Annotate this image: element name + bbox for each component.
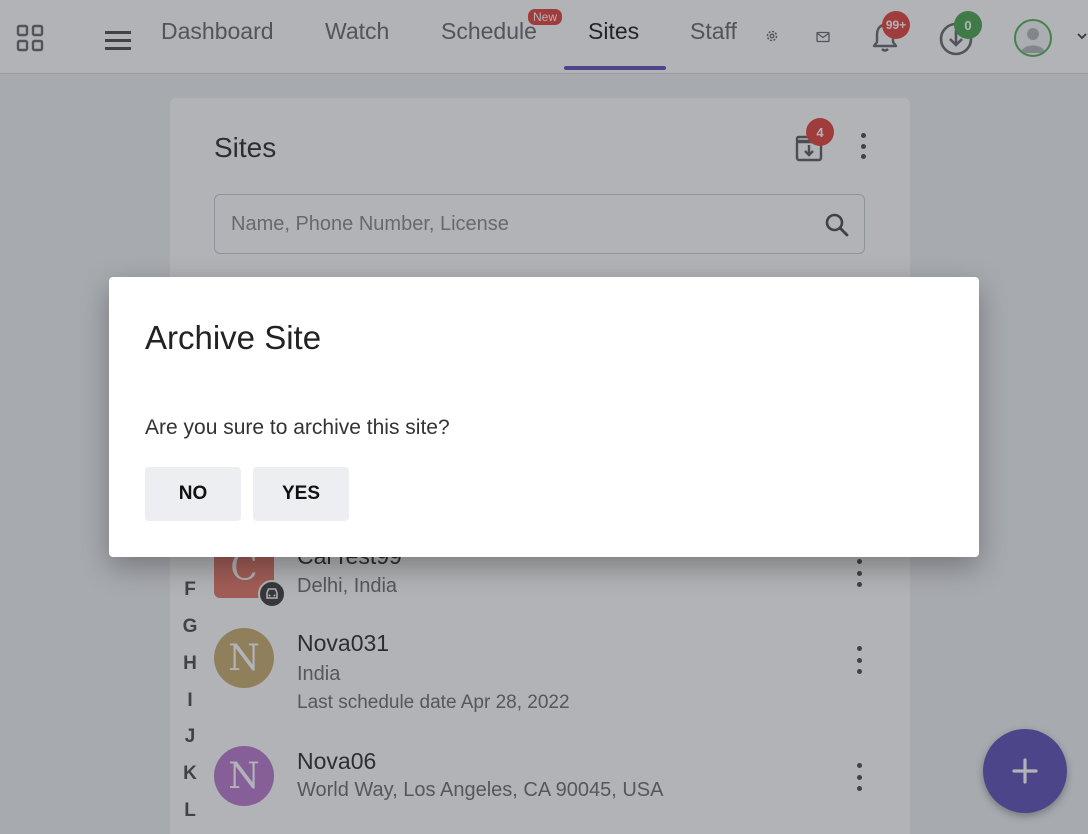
dialog-title: Archive Site xyxy=(145,319,322,356)
archive-site-dialog: Archive Site Are you sure to archive thi… xyxy=(109,277,979,557)
dialog-message: Are you sure to archive this site? xyxy=(145,416,450,439)
yes-button[interactable]: YES xyxy=(253,467,349,521)
no-button[interactable]: NO xyxy=(145,467,241,521)
